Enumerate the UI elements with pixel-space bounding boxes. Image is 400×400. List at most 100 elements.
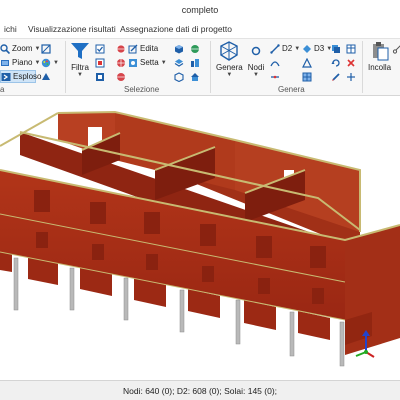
floor-plane-icon xyxy=(1,59,9,66)
nodi-button[interactable]: Nodi ▼ xyxy=(246,41,266,78)
edita-label: Edita xyxy=(140,44,159,53)
layers-icon xyxy=(174,58,184,67)
nodi-label: Nodi xyxy=(247,63,265,72)
copy-icon xyxy=(332,44,340,53)
genera-group-label: Genera xyxy=(278,85,305,94)
view-small-button-3[interactable] xyxy=(41,70,51,83)
window-recess xyxy=(256,236,272,258)
esploso-button[interactable]: Esploso xyxy=(0,70,41,83)
building-icon xyxy=(191,58,199,67)
filtra-label: Filtra xyxy=(71,63,89,72)
select-all-button[interactable] xyxy=(95,42,105,55)
selezione-group-label: Selezione xyxy=(124,85,160,94)
zoom-button[interactable]: Zoom ▼ xyxy=(0,42,40,55)
d3-triangle-button[interactable] xyxy=(302,56,312,69)
globe-button[interactable] xyxy=(190,42,200,55)
column xyxy=(289,311,295,357)
status-bar: Nodi: 640 (0); D2: 608 (0); Solai: 145 (… xyxy=(0,380,400,400)
chevron-down-icon: ▼ xyxy=(160,59,167,66)
d3-button[interactable]: D3 ▼ xyxy=(302,42,332,55)
window-recess xyxy=(312,288,324,304)
setta-label: Setta xyxy=(140,58,159,67)
setta-button[interactable]: Setta ▼ xyxy=(116,56,167,69)
surface-element-icon xyxy=(303,44,311,53)
ribbon-tabs: ichi Visualizzazione risultati Assegnazi… xyxy=(0,22,400,38)
window-recess xyxy=(90,202,106,224)
d2-arc-button[interactable] xyxy=(270,56,280,69)
cube-button[interactable] xyxy=(174,42,184,55)
ribbon-separator xyxy=(362,41,363,93)
edit-icon xyxy=(332,72,340,81)
chevron-down-icon: ▼ xyxy=(34,59,41,66)
model-viewport[interactable] xyxy=(0,97,400,380)
globe-icon xyxy=(191,44,199,53)
delete-icon xyxy=(347,58,355,67)
window-recess xyxy=(34,190,50,212)
piano-button[interactable]: Piano ▼ xyxy=(0,56,40,69)
filtra-button[interactable]: Filtra ▼ xyxy=(70,41,90,78)
tab-visualizzazione-risultati[interactable]: Visualizzazione risultati xyxy=(28,24,116,34)
gen-tool-button-5[interactable] xyxy=(346,56,356,69)
triangle-icon xyxy=(302,57,312,68)
house-button[interactable] xyxy=(190,70,200,83)
view-small-button-1[interactable] xyxy=(41,42,51,55)
incolla-label: Incolla xyxy=(368,63,392,72)
edit-icon xyxy=(128,44,138,53)
zoom-label: Zoom xyxy=(12,44,33,53)
clipboard-tool-button[interactable] xyxy=(392,42,400,55)
window-recess xyxy=(36,232,48,248)
chevron-down-icon: ▼ xyxy=(53,59,59,66)
chevron-down-icon: ▼ xyxy=(226,72,233,78)
exploded-view-icon xyxy=(1,72,11,81)
line-element-icon xyxy=(270,43,280,54)
arc-icon xyxy=(270,60,280,66)
filter-icon xyxy=(71,43,89,59)
cube-select-button[interactable] xyxy=(174,70,184,83)
layers-button[interactable] xyxy=(174,56,184,69)
cube-icon xyxy=(175,44,183,53)
ribbon-separator xyxy=(210,41,211,93)
d2-button[interactable]: D2 ▼ xyxy=(270,42,300,55)
globe-icon xyxy=(117,72,125,81)
select-grid-button[interactable] xyxy=(95,56,105,69)
chevron-down-icon: ▼ xyxy=(253,72,259,78)
shape-icon xyxy=(42,72,50,80)
gen-tool-button-4[interactable] xyxy=(346,42,356,55)
building-model-view[interactable] xyxy=(0,97,400,380)
grid-select-icon xyxy=(95,58,105,67)
node-icon xyxy=(251,46,261,56)
settings-icon xyxy=(129,58,137,67)
window-recess xyxy=(146,254,158,270)
tab-assegnazione-dati-progetto[interactable]: Assegnazione dati di progetto xyxy=(120,24,232,34)
column xyxy=(69,267,75,311)
esploso-label: Esploso xyxy=(13,72,42,81)
axis-origin xyxy=(364,350,368,354)
incolla-button[interactable]: Incolla xyxy=(368,41,391,72)
mesh-icon xyxy=(220,41,239,61)
model-counts: Nodi: 640 (0); D2: 608 (0); Solai: 145 (… xyxy=(122,386,278,396)
grid-surface-icon xyxy=(302,72,312,81)
select-globe-button[interactable] xyxy=(116,70,126,83)
gen-tool-button-3[interactable] xyxy=(331,70,341,83)
zoom-icon xyxy=(0,43,10,54)
window-recess xyxy=(200,224,216,246)
column xyxy=(235,299,241,345)
window-recess xyxy=(144,212,160,234)
edita-button[interactable]: Edita xyxy=(116,42,158,55)
genera-button[interactable]: Genera ▼ xyxy=(216,41,243,78)
column xyxy=(339,321,345,367)
cube-outline-icon xyxy=(174,71,184,82)
d3-grid-button[interactable] xyxy=(302,70,312,83)
element-icon xyxy=(96,72,104,81)
view-small-button-2[interactable]: ▼ xyxy=(41,56,59,69)
ribbon: Zoom ▼ Piano ▼ Esploso ▼ a Filtra ▼ Edita xyxy=(0,38,400,96)
gen-tool-button-2[interactable] xyxy=(331,56,341,69)
gen-tool-button-6[interactable] xyxy=(346,70,356,83)
select-element-button[interactable] xyxy=(95,70,105,83)
gen-tool-button-1[interactable] xyxy=(331,42,341,55)
tab-grafici[interactable]: ichi xyxy=(4,24,17,34)
split-icon xyxy=(271,75,279,78)
d2-split-button[interactable] xyxy=(270,70,280,83)
table-icon xyxy=(346,44,356,53)
buildings-button[interactable] xyxy=(190,56,200,69)
